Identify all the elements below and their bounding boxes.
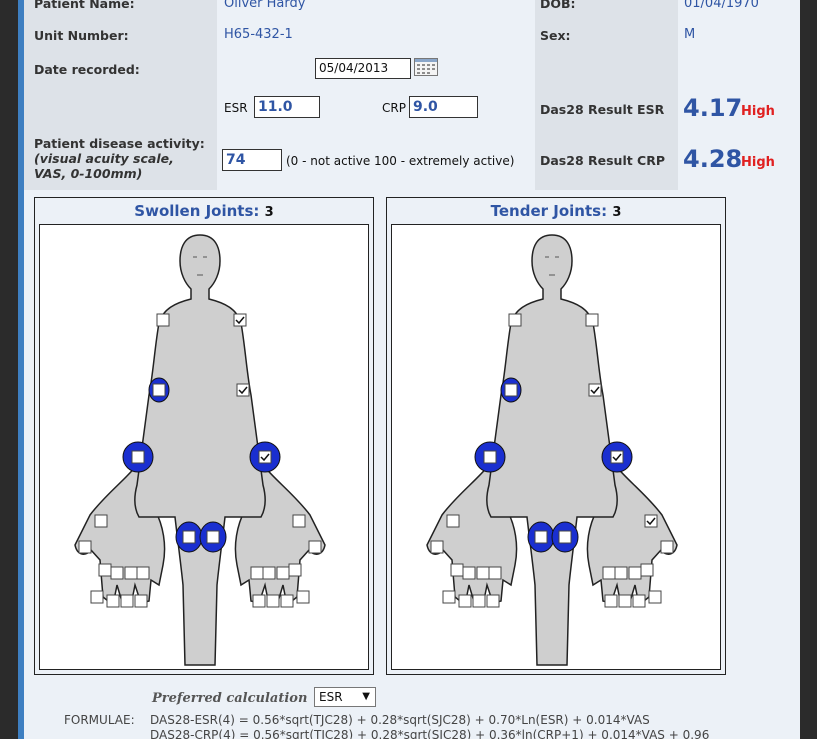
formula-esr: DAS28-ESR(4) = 0.56*sqrt(TJC28) + 0.28*s…: [150, 713, 650, 727]
patient-name-label: Patient Name:: [34, 0, 135, 11]
swollen-body-map: [39, 224, 369, 670]
unit-number-label: Unit Number:: [34, 28, 129, 43]
vas-hint: (0 - not active 100 - extremely active): [286, 154, 515, 168]
tender-joints-count: 3: [612, 205, 622, 220]
das28-crp-result-label: Das28 Result CRP: [540, 153, 666, 168]
patient-name-value: Oliver Hardy: [224, 0, 306, 11]
crp-label: CRP: [382, 101, 406, 115]
disease-activity-sublabel-1: (visual acuity scale,: [34, 151, 174, 166]
swollen-joints-panel: Swollen Joints: 3: [34, 197, 374, 675]
das28-crp-level-badge: High: [741, 155, 775, 170]
das28-esr-level-badge: High: [741, 104, 775, 119]
date-recorded-label: Date recorded:: [34, 62, 140, 77]
tender-body-map: [391, 224, 721, 670]
das28-crp-result-value: 4.28: [683, 145, 743, 173]
tender-joints-title: Tender Joints: 3: [490, 202, 622, 220]
preferred-calculation-select[interactable]: ESR ▼: [314, 687, 376, 707]
esr-label: ESR: [224, 101, 248, 115]
esr-input[interactable]: 11.0: [254, 96, 320, 118]
date-recorded-input[interactable]: 05/04/2013: [315, 58, 411, 79]
das28-esr-result-label: Das28 Result ESR: [540, 102, 665, 117]
right-window-edge: [800, 0, 817, 739]
preferred-calculation-value: ESR: [319, 690, 343, 704]
unit-number-value: H65-432-1: [224, 27, 293, 42]
das28-esr-result-value: 4.17: [683, 94, 743, 122]
crp-input[interactable]: 9.0: [409, 96, 478, 118]
swollen-joints-title: Swollen Joints: 3: [134, 202, 274, 220]
formulae-label: FORMULAE:: [64, 713, 135, 727]
chevron-down-icon: ▼: [362, 691, 370, 702]
calendar-icon[interactable]: [414, 58, 438, 76]
disease-activity-label: Patient disease activity:: [34, 136, 205, 151]
swollen-joints-count: 3: [264, 205, 274, 220]
sex-value: M: [684, 27, 696, 42]
disease-activity-sublabel-2: VAS, 0-100mm): [34, 166, 143, 181]
vas-input[interactable]: 74: [222, 149, 282, 171]
dob-label: DOB:: [540, 0, 576, 11]
tender-joints-panel: Tender Joints: 3: [386, 197, 726, 675]
formula-crp: DAS28-CRP(4) = 0.56*sqrt(TJC28) + 0.28*s…: [150, 728, 710, 739]
preferred-calculation-label: Preferred calculation: [152, 691, 308, 706]
swollen-body-figure: [74, 234, 326, 666]
das28-form-panel: Patient Name: Oliver Hardy DOB: 01/04/19…: [24, 0, 800, 739]
dob-value: 01/04/1970: [684, 0, 759, 11]
sex-label: Sex:: [540, 28, 571, 43]
tender-body-figure: [426, 234, 678, 666]
